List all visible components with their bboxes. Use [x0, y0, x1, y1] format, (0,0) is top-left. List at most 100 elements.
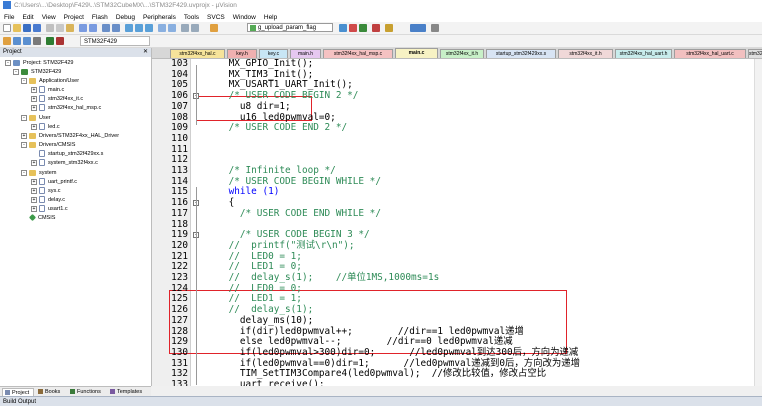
expand-icon[interactable]: + [31, 205, 37, 212]
translate-icon[interactable] [3, 37, 11, 45]
bookmark-icon[interactable] [125, 24, 133, 32]
configure-icon[interactable] [431, 24, 439, 32]
file-tab[interactable]: startup_stm32f429xx.s [486, 49, 556, 58]
tab-project[interactable]: Project [2, 388, 34, 396]
download-icon[interactable] [46, 37, 54, 45]
collapse-icon[interactable]: - [5, 59, 11, 66]
collapse-icon[interactable]: - [21, 77, 27, 84]
tree-item-label: led.c [48, 124, 60, 130]
tree-item[interactable]: - system [21, 169, 56, 178]
tree-item[interactable]: - Application/User [21, 77, 79, 86]
new-file-icon[interactable] [3, 24, 11, 32]
paste-icon[interactable] [66, 24, 74, 32]
cut-icon[interactable] [46, 24, 54, 32]
expand-icon[interactable]: + [31, 95, 37, 102]
copy-icon[interactable] [56, 24, 64, 32]
tab-templates-label: Templates [117, 389, 143, 395]
redo-icon[interactable] [89, 24, 97, 32]
search-icon[interactable] [339, 24, 347, 32]
vertical-scrollbar[interactable] [754, 59, 762, 386]
tree-item[interactable]: + usart1.c [31, 205, 68, 214]
tree-item-label: system [39, 170, 57, 176]
debug-session-icon[interactable] [349, 24, 357, 32]
tree-item[interactable]: + stm32f4xx_it.c [31, 95, 83, 104]
tree-item[interactable]: + Drivers/STM32F4xx_HAL_Driver [21, 132, 119, 141]
indent-icon[interactable] [158, 24, 166, 32]
tree-item[interactable]: CMSIS [21, 214, 55, 223]
tree-item-label: STM32F429 [31, 69, 62, 75]
navigate-back-icon[interactable] [102, 24, 110, 32]
tree-item[interactable]: startup_stm32f429xx.s [31, 150, 103, 159]
run-icon[interactable] [359, 24, 367, 32]
tree-item[interactable]: + uart_printf.c [31, 178, 77, 187]
tree-item[interactable]: + system_stm32f4xx.c [31, 159, 98, 168]
tree-item[interactable]: + stm32f4xx_hal_msp.c [31, 104, 101, 113]
tree-item[interactable]: + delay.c [31, 196, 65, 205]
expand-icon[interactable]: + [31, 123, 37, 130]
file-tab[interactable]: stm32f4xx_it.h [558, 49, 613, 58]
close-icon[interactable]: ✕ [143, 48, 148, 57]
tree-item-label: uart_printf.c [48, 179, 78, 185]
file-tab[interactable]: main.h [290, 49, 321, 58]
unindent-icon[interactable] [168, 24, 176, 32]
breakpoint-icon[interactable] [385, 24, 393, 32]
file-tab[interactable]: key.h [227, 49, 257, 58]
tab-templates[interactable]: Templates [108, 388, 148, 396]
collapse-icon[interactable]: - [13, 68, 19, 75]
navigate-forward-icon[interactable] [112, 24, 120, 32]
code-line: 111 [152, 144, 762, 156]
collapse-icon[interactable]: - [21, 169, 27, 176]
tree-item[interactable]: - User [21, 114, 51, 123]
title-bar: C:\Users\...\Desktop\F429\..\STM32CubeMX… [0, 0, 762, 11]
tree-item[interactable]: + sys.c [31, 187, 61, 196]
tab-books[interactable]: Books [36, 388, 66, 396]
collapse-icon[interactable]: - [21, 114, 27, 121]
comment-icon[interactable] [181, 24, 189, 32]
rebuild-icon[interactable] [23, 37, 31, 45]
file-tab[interactable]: main.c [395, 48, 438, 58]
expand-icon[interactable]: + [31, 86, 37, 93]
find-combo[interactable]: g_upload_param_flag [247, 23, 333, 32]
tab-functions[interactable]: Functions [68, 388, 106, 396]
tree-item[interactable]: - Drivers/CMSIS [21, 141, 75, 150]
code-line: 130 if(led0pwmval>300)dir=0; //led0pwmva… [152, 347, 762, 359]
tree-item-label: system_stm32f4xx.c [48, 160, 98, 166]
expand-icon[interactable]: + [21, 132, 27, 139]
code-editor[interactable]: 103 MX_GPIO_Init(); 104 MX_TIM3_Init(); 10… [152, 59, 762, 386]
file-tab[interactable]: stm32f4xx_hal.c [170, 49, 225, 58]
tree-item[interactable]: + led.c [31, 123, 60, 132]
target-select[interactable]: STM32F429 [80, 36, 150, 46]
code-text: /* USER CODE END 2 */ [206, 122, 348, 134]
save-icon[interactable] [23, 24, 31, 32]
file-tab[interactable]: key.c [259, 49, 288, 58]
batch-build-icon[interactable] [33, 37, 41, 45]
folder-icon [29, 169, 36, 176]
tree-item[interactable]: - Project: STM32F429 [5, 59, 73, 68]
save-all-icon[interactable] [33, 24, 41, 32]
expand-icon[interactable]: + [31, 196, 37, 203]
file-tab[interactable]: stm32f4xx_hal_uart.h [615, 49, 672, 58]
prev-bookmark-icon[interactable] [135, 24, 143, 32]
file-tab[interactable]: stm32f4xx_hal_uart.c [674, 49, 746, 58]
window-layout-icon[interactable] [410, 24, 426, 32]
file-tab[interactable]: stm32f4xx [748, 49, 762, 58]
code-line: 109 /* USER CODE END 2 */ [152, 122, 762, 134]
tree-item[interactable]: - STM32F429 [13, 68, 61, 77]
expand-icon[interactable]: + [31, 187, 37, 194]
build-icon[interactable] [13, 37, 21, 45]
collapse-icon[interactable]: - [21, 141, 27, 148]
expand-icon[interactable]: + [31, 104, 37, 111]
file-tab[interactable]: stm32f4xx_it.h [440, 49, 484, 58]
find-in-files-icon[interactable] [210, 24, 218, 32]
expand-icon[interactable]: + [31, 159, 37, 166]
undo-icon[interactable] [79, 24, 87, 32]
stop-build-icon[interactable] [56, 37, 64, 45]
file-tab[interactable]: stm32f4xx_hal_msp.c [323, 49, 393, 58]
next-bookmark-icon[interactable] [145, 24, 153, 32]
uncomment-icon[interactable] [191, 24, 199, 32]
stop-icon[interactable] [372, 24, 380, 32]
tree-item[interactable]: + main.c [31, 86, 64, 95]
expand-icon[interactable]: + [31, 178, 37, 185]
tree-item-label: main.c [48, 87, 65, 93]
open-folder-icon[interactable] [13, 24, 21, 32]
